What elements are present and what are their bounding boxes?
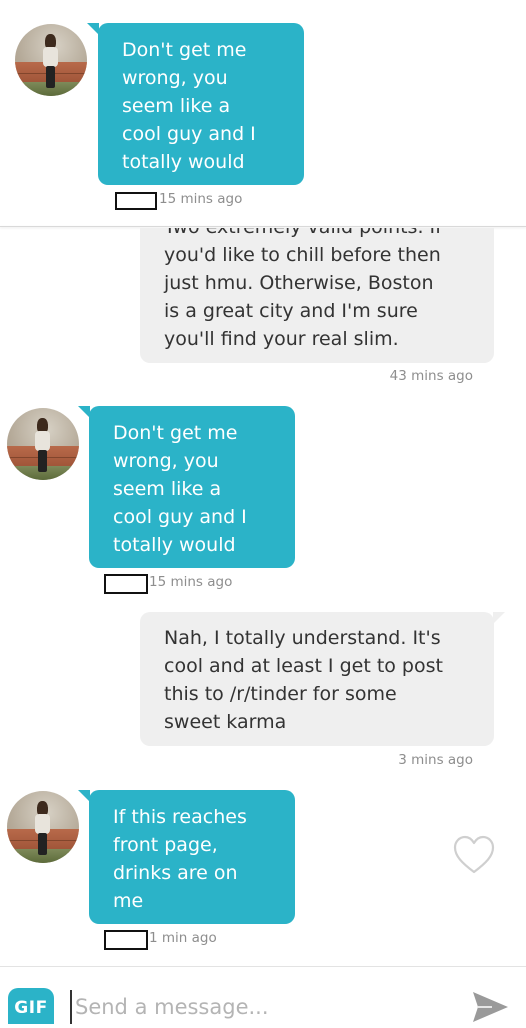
redaction-box — [115, 192, 157, 210]
message-line: drinks are on — [113, 862, 238, 884]
message-line: front page, — [113, 834, 218, 856]
received-message-bubble: Don't get me wrong, you seem like a cool… — [78, 406, 295, 568]
screenshot-divider — [0, 226, 526, 227]
message-line: seem like a — [113, 478, 222, 500]
received-message-bubble: Don't get me wrong, you seem like a cool… — [87, 23, 304, 185]
avatar[interactable] — [15, 24, 87, 96]
message-timestamp: 43 mins ago — [389, 368, 473, 384]
message-line: Don't get me — [113, 422, 238, 444]
message-line: me — [113, 890, 144, 912]
message-line: you'll find your real slim. — [164, 328, 399, 350]
redaction-box — [104, 930, 148, 950]
avatar[interactable] — [7, 791, 79, 863]
redaction-box — [104, 574, 148, 594]
gif-button[interactable]: GIF — [8, 988, 54, 1024]
message-timestamp: 15 mins ago — [159, 191, 243, 207]
message-line: wrong, you — [122, 67, 228, 89]
message-line: Two extremely valid points. If — [164, 228, 476, 241]
message-line: sweet karma — [164, 711, 287, 733]
composer-divider — [0, 966, 526, 967]
message-line: If this reaches — [113, 806, 247, 828]
message-line: this to /r/tinder for some — [164, 683, 397, 705]
message-timestamp: 15 mins ago — [149, 574, 233, 590]
message-line: seem like a — [122, 95, 231, 117]
message-line: is a great city and I'm sure — [164, 300, 418, 322]
sent-message-bubble: Nah, I totally understand. It's cool and… — [140, 612, 505, 746]
message-line: cool guy and I — [113, 506, 247, 528]
received-message-bubble: If this reaches front page, drinks are o… — [78, 790, 295, 924]
message-timestamp: 3 mins ago — [398, 752, 473, 768]
message-timestamp: 1 min ago — [149, 930, 217, 946]
message-line: just hmu. Otherwise, Boston — [164, 272, 434, 294]
message-line: totally would — [113, 534, 236, 556]
message-line: Don't get me — [122, 39, 247, 61]
message-input[interactable] — [70, 990, 450, 1024]
message-line: you'd like to chill before then — [164, 244, 441, 266]
message-line: cool and at least I get to post — [164, 655, 443, 677]
sent-message-clip: Two extremely valid points. If you'd lik… — [0, 228, 526, 368]
message-line: totally would — [122, 151, 245, 173]
message-line: Nah, I totally understand. It's — [164, 627, 441, 649]
message-line: wrong, you — [113, 450, 219, 472]
send-arrow-icon[interactable] — [470, 990, 510, 1024]
heart-outline-icon[interactable] — [453, 835, 495, 875]
message-line: cool guy and I — [122, 123, 256, 145]
avatar[interactable] — [7, 408, 79, 480]
sent-message-bubble: Two extremely valid points. If you'd lik… — [140, 228, 494, 363]
